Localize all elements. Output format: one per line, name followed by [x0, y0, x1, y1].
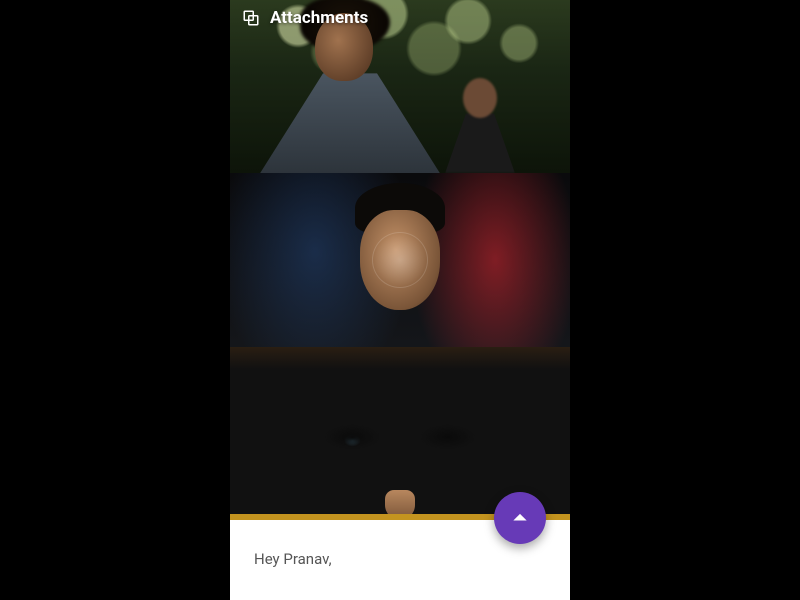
person-silhouette: [445, 78, 515, 173]
message-body-preview: Hey Pranav,: [254, 550, 546, 568]
attachments-icon: [242, 9, 260, 27]
attachments-list[interactable]: [230, 0, 570, 520]
app-screen: Attachments Hey Pranav,: [230, 0, 570, 600]
attachments-title: Attachments: [270, 8, 368, 28]
person-silhouette: [260, 3, 440, 173]
chevron-up-icon: [510, 508, 530, 528]
lens-flare-icon: [372, 232, 428, 288]
attachments-header: Attachments: [242, 8, 368, 28]
collapse-fab-button[interactable]: [494, 492, 546, 544]
attachment-image[interactable]: [230, 173, 570, 346]
